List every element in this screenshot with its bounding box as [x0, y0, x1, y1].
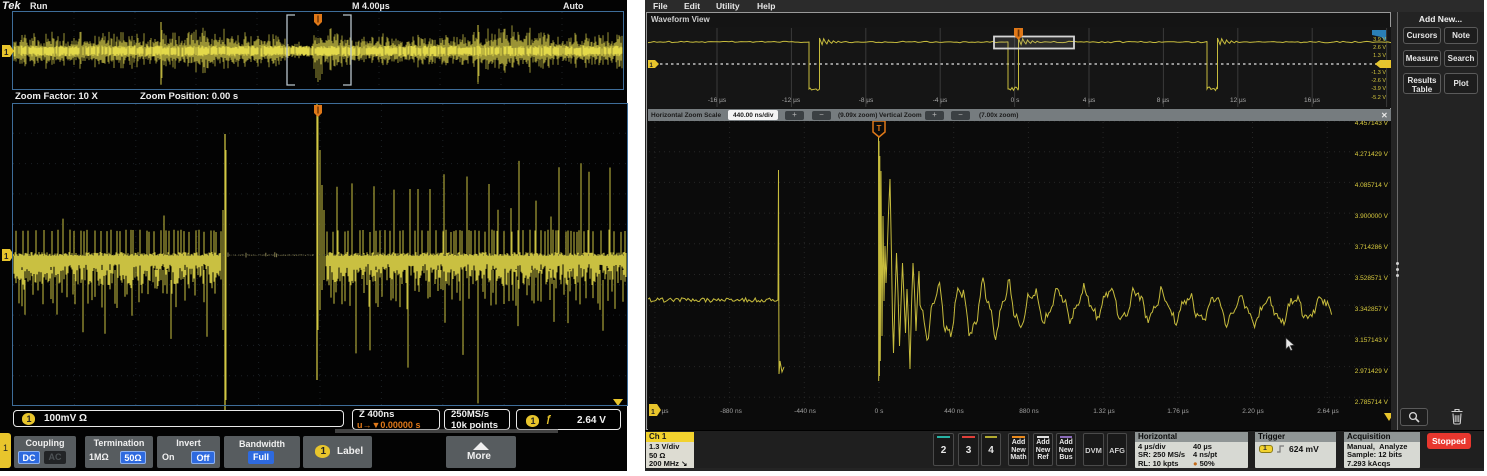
- svg-text:T: T: [877, 124, 882, 133]
- svg-text:1: 1: [4, 48, 9, 57]
- svg-text:1: 1: [4, 252, 9, 261]
